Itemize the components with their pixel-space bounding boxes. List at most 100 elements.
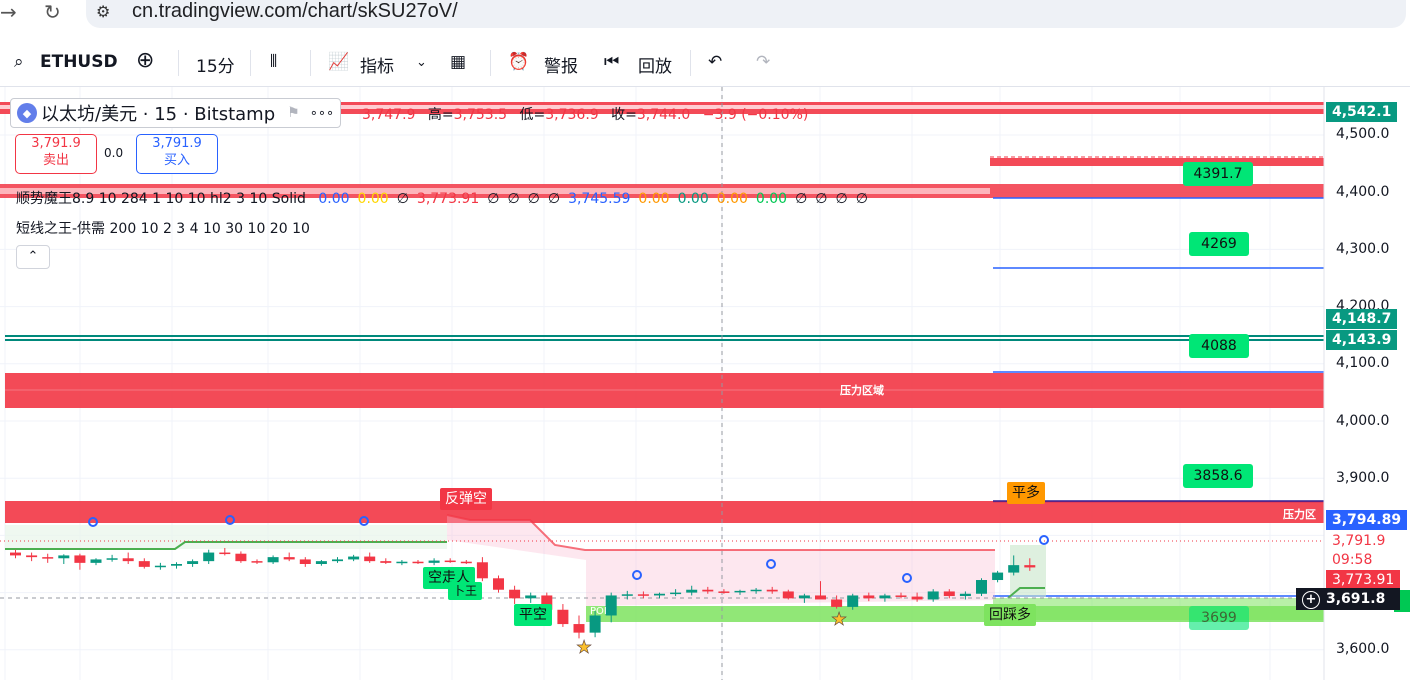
price-axis-label: 4,500.0 — [1336, 126, 1390, 142]
buy-price: 3,791.9 — [152, 136, 202, 151]
url-text[interactable]: cn.tradingview.com/chart/skSU27oV/ — [132, 0, 458, 23]
reload-icon[interactable]: ↻ — [44, 0, 61, 24]
candle-body — [428, 560, 440, 563]
candle-body — [460, 561, 472, 564]
candle-body — [122, 558, 134, 562]
ohlc-high: 3,753.5 — [453, 107, 508, 123]
candle-body — [412, 561, 424, 564]
candle-body — [235, 553, 247, 562]
indicator-2-legend[interactable]: 短线之王-供需 200 10 2 3 4 10 30 10 20 10 — [16, 218, 310, 238]
alert-icon[interactable]: ⏰ — [508, 52, 529, 72]
candle-style-icon[interactable]: ⫴ — [270, 52, 277, 72]
alert-button[interactable]: 警报 — [544, 52, 578, 77]
redo-icon[interactable]: ↷ — [756, 52, 770, 72]
candle-body — [74, 555, 86, 563]
price-axis-label: 4,400.0 — [1336, 184, 1390, 200]
candle-body — [283, 557, 295, 560]
pressure-zone-lower — [5, 501, 1324, 523]
candle-body — [959, 593, 971, 597]
candle-body — [718, 591, 730, 593]
candle-body — [332, 559, 343, 562]
candle-body — [171, 564, 182, 566]
candle-body — [1008, 565, 1020, 573]
indicator-1-legend[interactable]: 顺势魔王8.9 10 284 1 10 10 hl2 3 10 Solid 0.… — [16, 188, 868, 208]
price-tag: 4,143.9 — [1326, 330, 1398, 350]
flag-icon[interactable]: ⚑ — [287, 105, 300, 121]
candle-body — [10, 552, 21, 556]
indicator-value: ∅ — [815, 191, 828, 207]
price-tag: 3,791.9 — [1332, 533, 1386, 549]
candle-body — [927, 591, 939, 600]
site-settings-icon[interactable]: ⚙ — [96, 2, 110, 21]
candle-body — [847, 595, 859, 607]
candle-body — [106, 558, 118, 560]
replay-icon[interactable]: ⏮ — [604, 52, 619, 72]
star-icon: ★ — [831, 609, 847, 630]
indicator-value: ∅ — [527, 191, 540, 207]
price-axis-label: 4,300.0 — [1336, 241, 1390, 257]
crosshair-price-tag[interactable]: +3,691.8 — [1296, 588, 1400, 610]
toolbar-divider — [310, 50, 311, 76]
indicators-icon[interactable]: 📈 — [328, 52, 349, 72]
add-alert-icon[interactable]: + — [1302, 591, 1320, 609]
ohlc-low-label: 低= — [519, 107, 546, 123]
indicators-button[interactable]: 指标 — [360, 52, 394, 77]
level-badge: 4269 — [1189, 232, 1249, 256]
sell-button[interactable]: 3,791.9 卖出 — [15, 134, 97, 174]
candle-body — [444, 560, 456, 563]
support-zone-right — [993, 598, 1324, 620]
candle-body — [670, 592, 682, 595]
candle-body — [380, 561, 392, 563]
undo-icon[interactable]: ↶ — [708, 52, 722, 72]
price-axis-label: 4,100.0 — [1336, 355, 1390, 371]
buy-button[interactable]: 3,791.9 买入 — [136, 134, 218, 174]
signal-pullback-long: 回踩多 — [984, 604, 1036, 626]
chevron-up-icon: ⌃ — [27, 249, 39, 264]
price-tag: 3,773.91 — [1326, 570, 1401, 590]
candle-body — [637, 594, 649, 596]
indicator-value: ∅ — [855, 191, 868, 207]
support-shade-left — [5, 525, 447, 549]
candle-body — [364, 556, 376, 562]
candle-body — [138, 561, 150, 567]
symbol-search-button[interactable]: ETHUSD — [40, 52, 118, 72]
candle-body — [621, 594, 633, 596]
toolbar-divider — [690, 50, 691, 76]
search-icon[interactable]: ⌕ — [14, 52, 24, 72]
ohlc-close: 3,744.0 — [636, 107, 691, 123]
collapse-legend-button[interactable]: ⌃ — [16, 245, 50, 269]
back-arrow-icon[interactable]: → — [0, 0, 17, 24]
level-badge: 3858.6 — [1183, 464, 1253, 488]
ohlc-high-label: 高= — [427, 107, 454, 123]
candle-body — [992, 572, 1004, 581]
candle-body — [525, 595, 537, 599]
candle-body — [863, 595, 875, 599]
indicator-value: ∅ — [547, 191, 561, 207]
replay-button[interactable]: 回放 — [638, 52, 672, 77]
indicator-1-values: 0.00 0.00 ∅ 3,773.91 ∅ ∅ ∅ ∅ 3,745.59 0.00 0.00 0.0… — [310, 191, 868, 207]
level-badge: 4088 — [1189, 334, 1249, 358]
buy-label: 买入 — [163, 153, 190, 168]
candle-body — [251, 561, 263, 563]
candle-body — [976, 580, 987, 594]
candle-body — [509, 589, 521, 599]
chevron-down-icon[interactable]: ⌄ — [416, 55, 427, 70]
browser-address-bar: → ↻ ⚙ cn.tradingview.com/chart/skSU27oV/ — [0, 0, 1410, 40]
symbol-legend[interactable]: ◆ 以太坊/美元 · 15 · Bitstamp ⚑ ∘∘∘ — [10, 98, 342, 128]
candle-body — [396, 561, 408, 564]
interval-button[interactable]: 15分 — [196, 52, 235, 77]
sell-price: 3,791.9 — [31, 136, 81, 151]
candle-body — [815, 595, 826, 600]
layout-grid-icon[interactable]: ▦ — [450, 52, 466, 72]
candle-body — [686, 589, 698, 593]
indicator-value: 3,745.59 — [568, 191, 631, 207]
add-symbol-icon[interactable]: ⊕ — [136, 48, 154, 73]
chart-toolbar: ⌕ ETHUSD ⊕ 15分 ⫴ 📈 指标 ⌄ ▦ ⏰ 警报 ⏮ 回放 ↶ ↷ — [0, 40, 1410, 87]
indicator-value: ∅ — [396, 191, 409, 207]
candle-body — [267, 557, 279, 563]
candle-body — [315, 561, 327, 564]
star-icon: ★ — [576, 637, 592, 658]
ohlc-low: 3,736.9 — [545, 107, 599, 123]
toolbar-divider — [490, 50, 491, 76]
more-options-icon[interactable]: ∘∘∘ — [310, 106, 334, 121]
